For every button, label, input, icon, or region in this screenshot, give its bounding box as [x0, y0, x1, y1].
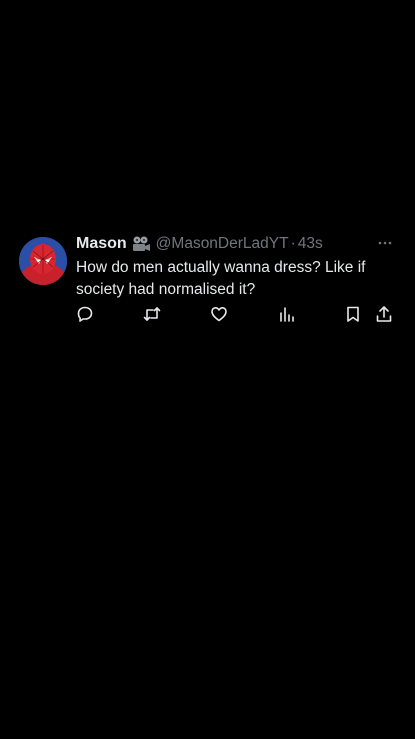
action-bar — [76, 305, 399, 325]
tweet-text: How do men actually wanna dress? Like if… — [76, 259, 366, 298]
reply-icon[interactable] — [76, 305, 94, 323]
app-screen: Mason @MasonDerLadYT · 43s How do men ac… — [0, 0, 415, 739]
bookmark-icon[interactable] — [344, 305, 362, 323]
views-icon[interactable] — [277, 305, 295, 323]
author-name[interactable]: Mason — [76, 235, 127, 253]
separator-dot: · — [290, 235, 296, 252]
film-camera-icon — [131, 235, 151, 253]
like-icon[interactable] — [210, 305, 228, 323]
tweet-content: Mason @MasonDerLadYT · 43s How do men ac… — [76, 232, 399, 301]
retweet-icon[interactable] — [142, 305, 162, 323]
more-options-icon[interactable] — [377, 235, 393, 251]
avatar[interactable] — [19, 237, 67, 285]
tweet-timestamp[interactable]: 43s — [298, 235, 323, 253]
tweet-header: Mason @MasonDerLadYT · 43s — [76, 232, 399, 256]
share-icon[interactable] — [375, 305, 393, 323]
author-handle[interactable]: @MasonDerLadYT — [156, 235, 289, 253]
